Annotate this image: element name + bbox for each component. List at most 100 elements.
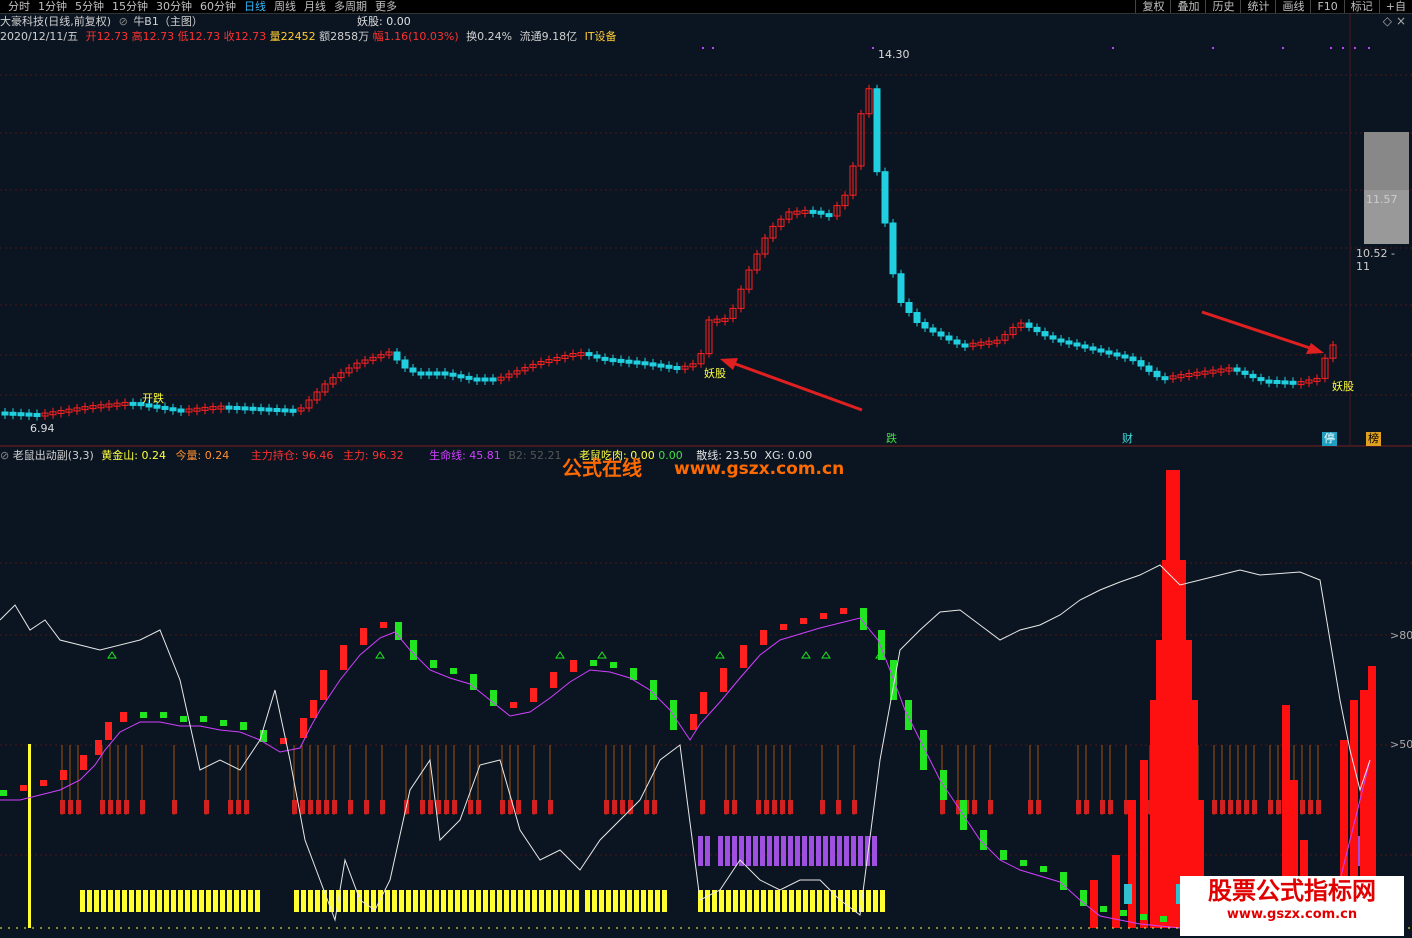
quote-date: 2020/12/11/五 xyxy=(0,30,78,43)
overlay-button[interactable]: 叠加 xyxy=(1170,0,1205,13)
zl-value: 主力: 96.32 xyxy=(343,449,404,462)
tab-30min[interactable]: 30分钟 xyxy=(156,0,192,13)
yellow-bar xyxy=(101,890,106,912)
candle-body xyxy=(426,372,432,375)
zhuli-bar xyxy=(905,700,912,730)
candle-body xyxy=(922,323,928,329)
candle-body xyxy=(1074,343,1080,346)
purple-bar xyxy=(795,836,800,866)
red-tick-box xyxy=(116,800,121,814)
candle-body xyxy=(906,303,912,313)
tab-1min[interactable]: 1分钟 xyxy=(38,0,67,13)
yellow-bar xyxy=(406,890,411,912)
candle-body xyxy=(250,407,256,410)
candle-body xyxy=(130,402,136,405)
candle-body xyxy=(178,409,184,412)
candle-body xyxy=(626,360,632,363)
yellow-bar xyxy=(399,890,404,912)
sub-axis-50: >50 xyxy=(1390,738,1412,751)
diamond-icon[interactable]: ◇ xyxy=(1383,14,1392,28)
kaidie-label: 开跌 xyxy=(142,392,164,406)
yellow-bar xyxy=(192,890,197,912)
yellow-bar xyxy=(420,890,425,912)
tab-daily[interactable]: 日线 xyxy=(244,0,266,13)
signal-dot xyxy=(1330,47,1332,49)
tab-15min[interactable]: 15分钟 xyxy=(112,0,148,13)
sub-settings-icon[interactable]: ⊘ xyxy=(0,449,9,462)
fuquan-button[interactable]: 复权 xyxy=(1135,0,1170,13)
candle-body xyxy=(1146,366,1152,371)
draw-button[interactable]: 画线 xyxy=(1275,0,1310,13)
red-tick-box xyxy=(444,800,449,814)
tab-5min[interactable]: 5分钟 xyxy=(75,0,104,13)
yellow-bar xyxy=(768,890,773,912)
red-tick-box xyxy=(1028,800,1033,814)
tab-more[interactable]: 更多 xyxy=(375,0,397,13)
quote-sector[interactable]: IT设备 xyxy=(585,30,617,43)
candle-body xyxy=(274,409,280,412)
quote-change: 幅1.16(10.03%) xyxy=(373,30,459,43)
zhuli-bar xyxy=(1120,910,1127,916)
tab-60min[interactable]: 60分钟 xyxy=(200,0,236,13)
watermark-box: 股票公式指标网 www.gszx.com.cn xyxy=(1180,876,1404,936)
candle-body xyxy=(1242,371,1248,374)
mark-button[interactable]: 标记 xyxy=(1344,0,1379,13)
yellow-bar xyxy=(490,890,495,912)
stats-button[interactable]: 统计 xyxy=(1240,0,1275,13)
candle-body xyxy=(458,375,464,378)
zhuli-bar xyxy=(95,740,102,755)
candle-body xyxy=(930,328,936,332)
custom-button[interactable]: +自 xyxy=(1379,0,1412,13)
candle-body xyxy=(10,412,16,415)
red-tick-box xyxy=(788,800,793,814)
red-tick-box xyxy=(236,800,241,814)
purple-bar xyxy=(830,836,835,866)
red-tick-box xyxy=(68,800,73,814)
tab-monthly[interactable]: 月线 xyxy=(304,0,326,13)
f10-button[interactable]: F10 xyxy=(1310,0,1343,13)
red-tick-box xyxy=(548,800,553,814)
sub-indicator-name[interactable]: 老鼠出动副(3,3) xyxy=(13,449,94,462)
candle-body xyxy=(666,365,672,368)
peak-price-label: 14.30 xyxy=(878,48,910,62)
yellow-bar xyxy=(747,890,752,912)
red-tick-box xyxy=(988,800,993,814)
candle-body xyxy=(450,373,456,376)
yellow-bar xyxy=(817,890,822,912)
zhuli-bar xyxy=(105,722,112,740)
yellow-bar xyxy=(199,890,204,912)
yaogu-label-1: 妖股 xyxy=(704,367,726,381)
arrow-line xyxy=(730,362,862,410)
tab-multi-period[interactable]: 多周期 xyxy=(334,0,367,13)
yellow-bar xyxy=(476,890,481,912)
red-tick-box xyxy=(100,800,105,814)
candle-body xyxy=(1058,339,1064,342)
yellow-bar xyxy=(662,890,667,912)
candle-body xyxy=(634,361,640,364)
indicator-name[interactable]: 牛B1（主图） xyxy=(133,15,203,28)
yellow-bar xyxy=(585,890,590,912)
red-tick-box xyxy=(476,800,481,814)
yellow-bar xyxy=(574,890,579,912)
tab-weekly[interactable]: 周线 xyxy=(274,0,296,13)
candle-body xyxy=(1098,349,1104,352)
red-tick-box xyxy=(1228,800,1233,814)
zhuli-bar xyxy=(180,716,187,722)
history-button[interactable]: 历史 xyxy=(1205,0,1240,13)
red-tick-box xyxy=(1276,800,1281,814)
red-tick-box xyxy=(652,800,657,814)
yellow-bar xyxy=(143,890,148,912)
yellow-bar xyxy=(80,890,85,912)
candle-body xyxy=(1162,377,1168,380)
red-tick-box xyxy=(292,800,297,814)
red-tick-box xyxy=(244,800,249,814)
settings-icon[interactable]: ⊘ xyxy=(119,15,128,28)
yellow-bar xyxy=(740,890,745,912)
red-tick-box xyxy=(364,800,369,814)
yellow-bar xyxy=(413,890,418,912)
yellow-bar xyxy=(241,890,246,912)
zhuli-bar xyxy=(430,660,437,668)
zhuli-bar xyxy=(470,674,477,690)
close-icon[interactable]: × xyxy=(1396,14,1406,28)
tab-fenshi[interactable]: 分时 xyxy=(8,0,30,13)
